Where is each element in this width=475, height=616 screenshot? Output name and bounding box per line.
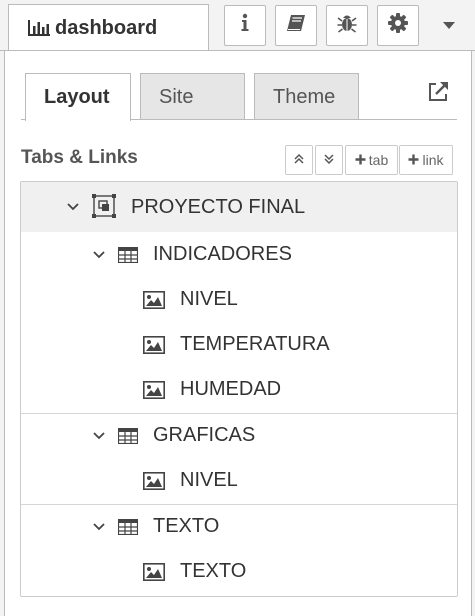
tree-widget-label: TEMPERATURA	[180, 333, 330, 355]
tab-layout[interactable]: Layout	[25, 73, 131, 121]
image-icon	[143, 380, 165, 399]
image-icon	[143, 562, 165, 581]
tab-site-label: Site	[159, 85, 194, 108]
tree-widget-label: TEXTO	[180, 560, 247, 582]
tree-widget-row[interactable]: NIVEL	[21, 458, 457, 503]
chevron-down-icon[interactable]	[91, 519, 107, 535]
tree-widget-label: HUMEDAD	[180, 378, 282, 400]
image-icon	[143, 471, 165, 490]
tab-icon	[91, 193, 117, 219]
tree-widget-row[interactable]: TEXTO	[21, 549, 457, 594]
table-icon	[118, 518, 138, 535]
bug-icon	[336, 12, 358, 39]
help-book-button[interactable]	[275, 5, 317, 46]
tree-group-label: GRAFICAS	[153, 424, 256, 446]
tree-group-row[interactable]: INDICADORES	[21, 232, 457, 277]
add-tab-button[interactable]: tab	[345, 145, 398, 175]
gear-icon	[387, 12, 409, 39]
tree-widget-row[interactable]: NIVEL	[21, 277, 457, 322]
tree-widget-label: NIVEL	[180, 469, 238, 491]
image-icon	[143, 335, 165, 354]
debug-button[interactable]	[326, 5, 368, 46]
expand-all-button[interactable]	[315, 145, 343, 175]
info-icon	[240, 13, 250, 38]
image-icon	[143, 290, 165, 309]
plus-icon	[408, 152, 419, 168]
external-link-icon	[426, 80, 450, 109]
double-chevron-down-icon	[324, 152, 334, 168]
dashboard-content: Layout Site Theme Tabs & Links tab link …	[4, 51, 472, 616]
tree-widget-row[interactable]: TEMPERATURA	[21, 322, 457, 367]
settings-button[interactable]	[377, 5, 419, 46]
book-icon	[285, 13, 307, 38]
table-icon	[118, 246, 138, 263]
bar-chart-icon	[27, 18, 51, 38]
dashboard-sidebar-panel: dashboard Layout Site Theme Tabs & Links…	[0, 0, 475, 616]
tree-widget-label: NIVEL	[180, 288, 238, 310]
tree-group-label: TEXTO	[153, 515, 220, 537]
tree-group-row[interactable]: GRAFICAS	[21, 413, 457, 458]
add-link-label: link	[422, 152, 444, 168]
chevron-down-icon[interactable]	[91, 247, 107, 263]
sidebar-menu-dropdown[interactable]	[429, 5, 469, 46]
add-link-button[interactable]: link	[399, 145, 453, 175]
tabs-tree: PROYECTO FINAL INDICADORES NIVEL TEMPERA…	[20, 181, 458, 597]
sidebar-tab-label: dashboard	[55, 16, 158, 39]
tab-theme[interactable]: Theme	[254, 73, 359, 120]
sidebar-header: dashboard	[0, 0, 475, 52]
tab-site[interactable]: Site	[140, 73, 245, 120]
tree-group-label: INDICADORES	[153, 243, 292, 265]
tab-theme-label: Theme	[273, 85, 336, 108]
tree-tab-row[interactable]: PROYECTO FINAL	[21, 182, 457, 232]
section-title: Tabs & Links	[21, 147, 138, 168]
open-dashboard-button[interactable]	[425, 81, 451, 107]
info-button[interactable]	[224, 5, 266, 46]
caret-down-icon	[442, 17, 456, 35]
chevron-down-icon[interactable]	[91, 428, 107, 444]
double-chevron-up-icon	[294, 152, 304, 168]
chevron-down-icon[interactable]	[65, 199, 81, 215]
collapse-all-button[interactable]	[285, 145, 313, 175]
tree-group-row[interactable]: TEXTO	[21, 504, 457, 549]
tree-tab-label: PROYECTO FINAL	[131, 195, 306, 218]
tab-layout-label: Layout	[44, 86, 110, 108]
tree-widget-row[interactable]: HUMEDAD	[21, 367, 457, 412]
table-icon	[118, 427, 138, 444]
dashboard-sidebar-tab[interactable]: dashboard	[8, 4, 209, 51]
plus-icon	[355, 152, 366, 168]
add-tab-label: tab	[368, 152, 389, 168]
